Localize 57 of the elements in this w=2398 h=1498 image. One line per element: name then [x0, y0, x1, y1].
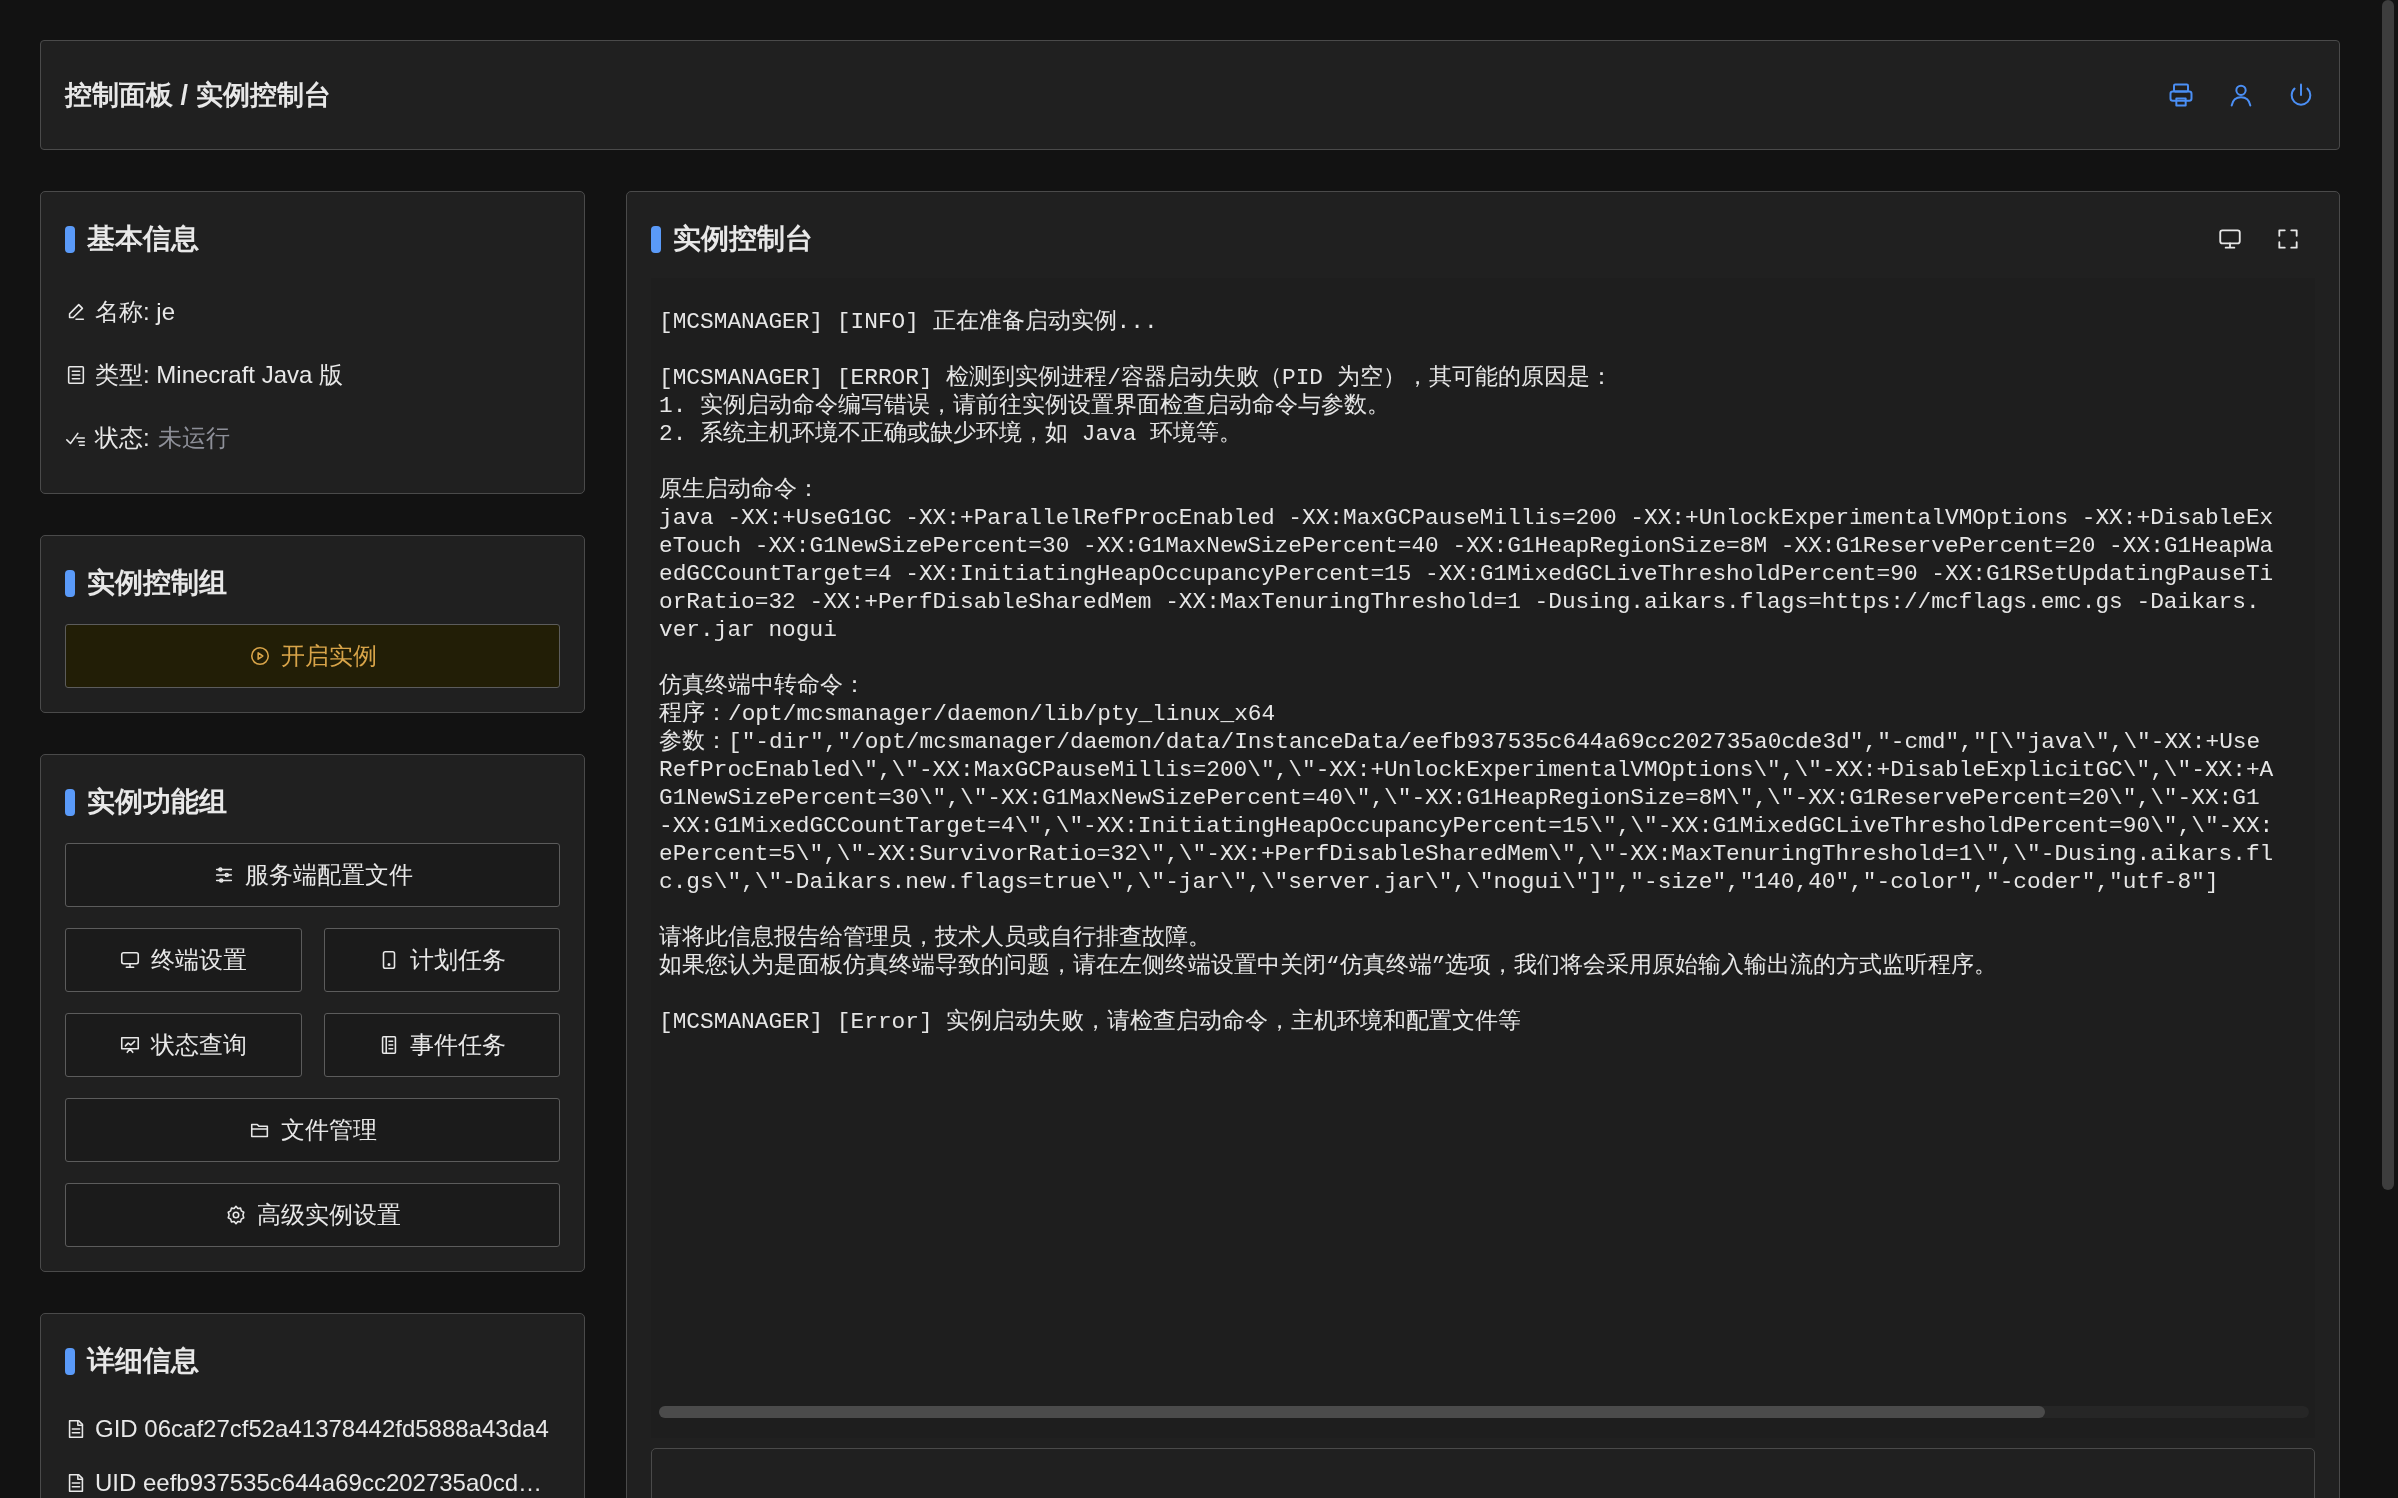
monitor-icon [119, 949, 142, 971]
log-line: eTouch -XX:G1NewSizePercent=30 -XX:G1MaxNewSizePercent=40 -XX:G1HeapRegionSize=8M -XX:G1ReservePercent=20 -XX:G1HeapWa [659, 532, 2274, 560]
card-title: 详细信息 [87, 1344, 199, 1378]
instance-name: 名称: je [95, 296, 175, 327]
log-line: [MCSMANAGER] [INFO] 正在准备启动实例... [659, 308, 1158, 336]
title-accent-bar [65, 225, 75, 253]
log-line: 参数：["-dir","/opt/mcsmanager/daemon/data/InstanceData/eefb937535c644a69cc202735a0cde3d","-cmd","[\"java\",\"-XX:+Use [659, 728, 2261, 756]
status-value: 未运行 [157, 422, 230, 453]
log-line: orRatio=32 -XX:+PerfDisableSharedMem -XX:MaxTenuringThreshold=1 -Dusing.aikars.flags=https://mcflags.emc.gs -Daikars. [659, 588, 2260, 616]
title-accent-bar [651, 225, 661, 253]
function-button[interactable]: 事件任务 [323, 1013, 560, 1077]
log-line: [MCSMANAGER] [Error] 实例启动失败，请检查启动命令，主机环境和配置文件等 [659, 1008, 1522, 1036]
log-line: 1. 实例启动命令编写错误，请前往实例设置界面检查启动命令与参数。 [659, 392, 1391, 420]
input-field[interactable] [651, 1448, 2315, 1498]
log-line: ver.jar nogui [659, 616, 837, 644]
log-line: c.gs\",\"-Daikars.new.flags=true\",\"-jar\",\"server.jar\",\"nogui\"]","-size","140,40","-color","-coder","utf-8"] [659, 868, 2219, 896]
log-line: -XX:G1MixedGCCountTarget=4\",\"-XX:InitiatingHeapOccupancyPercent=15\",\"-XX:G1MixedGCLiveThresholdPercent=90\",\"-XX: [659, 812, 2274, 840]
log-line: 2. 系统主机环境不正确或缺少环境，如 Java 环境等。 [659, 420, 1243, 448]
detail-text: GID 06caf27cf52a41378442fd5888a43da4 [95, 1415, 549, 1443]
chart-board-icon [119, 1034, 142, 1056]
document-icon [65, 363, 87, 386]
function-button[interactable]: 终端设置 [65, 928, 302, 992]
fullscreen-icon [2275, 226, 2301, 252]
detail-text: UID eefb937535c644a69cc202735a0cd… [95, 1469, 542, 1497]
printer-icon [2167, 81, 2195, 109]
start-button[interactable]: 开启实例 [65, 624, 560, 688]
function-button[interactable]: 计划任务 [323, 928, 560, 992]
log-line: [MCSMANAGER] [ERROR] 检测到实例进程/容器启动失败（PID 为空），其可能的原因是： [659, 364, 1613, 392]
card-title: 实例控制台 [673, 222, 813, 256]
log-line: 如果您认为是面板仿真终端导致的问题，请在左侧终端设置中关闭“仿真终端”选项，我们将会采用原始输入输出流的方式监听程序。 [659, 952, 1998, 980]
title-accent-bar [65, 788, 75, 816]
log-line: RefProcEnabled\",\"-XX:MaxGCPauseMillis=200\",\"-XX:+UnlockExperimentalVMOptions\",\"-XX:+DisableExplicitGC\",\"-XX:+A [659, 756, 2274, 784]
settings-icon [224, 1204, 247, 1226]
function-button[interactable]: 状态查询 [65, 1013, 302, 1077]
card-title: 实例控制组 [87, 566, 227, 600]
function-button[interactable]: 高级实例设置 [65, 1183, 560, 1247]
log-line: 程序：/opt/mcsmanager/daemon/lib/pty_linux_x64 [659, 700, 1276, 728]
instance-type: 类型: Minecraft Java 版 [95, 359, 344, 390]
card-title: 基本信息 [87, 222, 199, 256]
breadcrumb: 控制面板 / 实例控制台 [65, 79, 331, 112]
log-line: 仿真终端中转命令： [659, 672, 866, 700]
log-line: ePercent=5\",\"-XX:SurvivorRatio=32\",\"-XX:+PerfDisableSharedMem\",\"-XX:MaxTenuringThreshold=1\",\"-Dusing.aikars.fl [659, 840, 2274, 868]
title-accent-bar [65, 1347, 75, 1375]
log-line: 原生启动命令： [659, 476, 820, 504]
function-button[interactable]: 服务端配置文件 [65, 843, 560, 907]
log-line: edGCCountTarget=4 -XX:InitiatingHeapOccupancyPercent=15 -XX:G1MixedGCLiveThresholdPercent=90 -XX:G1RSetUpdatingPauseTi [659, 560, 2274, 588]
title-accent-bar [65, 569, 75, 597]
log-line: 请将此信息报告给管理员，技术人员或自行排查故障。 [659, 924, 1211, 952]
status-label: 状态: [95, 422, 150, 453]
play-icon [248, 645, 271, 667]
horizontal-scrollbar[interactable] [659, 1406, 2309, 1418]
function-button[interactable]: 文件管理 [65, 1098, 560, 1162]
log-line: G1NewSizePercent=30\",\"-XX:G1MaxNewSizePercent=40\",\"-XX:G1HeapRegionSize=8M\",\"-XX:G1ReservePercent=20\",\"-XX:G1 [659, 784, 2260, 812]
card-title: 实例功能组 [87, 785, 227, 819]
monitor-icon [2217, 226, 2243, 252]
log-line: java -XX:+UseG1GC -XX:+ParallelRefProcEnabled -XX:MaxGCPauseMillis=200 -XX:+UnlockExperimentalVMOptions -XX:+DisableEx [659, 504, 2274, 532]
scrollbar-thumb[interactable] [2382, 0, 2394, 1190]
